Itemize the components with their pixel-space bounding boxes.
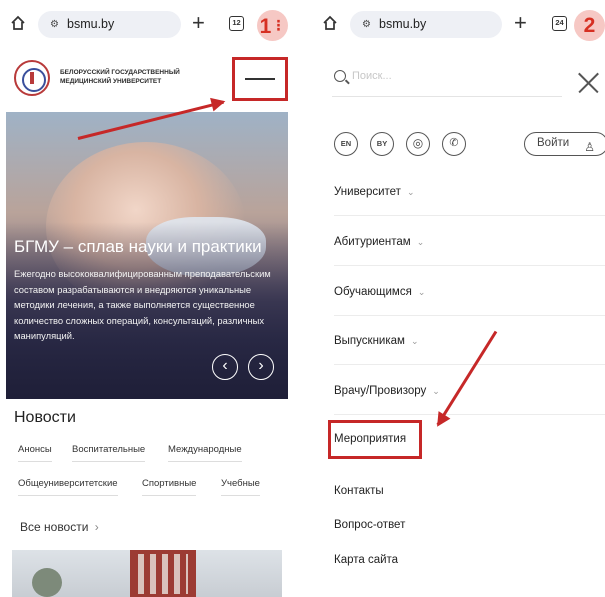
news-thumbnail-building (130, 550, 196, 597)
hero-banner: БГМУ – сплав науки и практики Ежегодно в… (6, 112, 288, 399)
chevron-down-icon: ⌄ (432, 386, 440, 396)
site-name-line1: БЕЛОРУССКИЙ ГОСУДАРСТВЕННЫЙ (60, 69, 180, 76)
chevron-down-icon: ⌄ (410, 336, 419, 346)
menu-item-university[interactable]: Университет ⌄ (334, 186, 414, 198)
menu-item-sitemap[interactable]: Карта сайта (334, 554, 398, 566)
all-news-label: Все новости (20, 520, 89, 534)
hero-prev-button[interactable]: ‹ (212, 354, 238, 380)
news-tag[interactable]: Анонсы (18, 444, 52, 462)
news-thumbnail-tree (32, 568, 62, 597)
login-button[interactable]: Войти ♙ (524, 132, 605, 156)
new-tab-plus-icon[interactable]: + (514, 10, 527, 36)
menu-divider (334, 414, 605, 415)
home-icon[interactable] (322, 15, 338, 31)
chevron-right-icon: › (94, 520, 99, 534)
url-text: bsmu.by (67, 17, 115, 31)
hamburger-menu-highlight (232, 57, 288, 101)
user-icon: ♙ (584, 140, 595, 154)
menu-item-contacts[interactable]: Контакты (334, 485, 384, 497)
menu-item-label: Вопрос-ответ (334, 519, 406, 531)
menu-item-label: Контакты (334, 485, 384, 497)
tabs-counter-icon[interactable]: 12 (229, 16, 244, 31)
tune-icon[interactable]: ⚙ (362, 11, 373, 38)
close-icon[interactable] (577, 72, 599, 94)
chevron-down-icon: ⌄ (416, 237, 425, 247)
url-text: bsmu.by (379, 17, 427, 31)
hero-next-button[interactable]: › (248, 354, 274, 380)
tabs-counter-icon[interactable]: 24 (552, 16, 567, 31)
news-tag[interactable]: Учебные (221, 478, 260, 496)
menu-item-doctors[interactable]: Врачу/Провизору ⌄ (334, 385, 440, 397)
home-icon[interactable] (10, 15, 26, 31)
events-highlight (328, 420, 422, 459)
menu-divider (334, 215, 605, 216)
hero-description: Ежегодно высококвалифицированным препода… (14, 268, 271, 341)
login-label: Войти (537, 137, 570, 149)
news-tag[interactable]: Спортивные (142, 478, 197, 496)
phone-icon[interactable]: ✆ (442, 132, 466, 156)
search-input[interactable] (352, 64, 562, 88)
hamburger-menu-icon[interactable] (235, 60, 285, 98)
menu-item-graduates[interactable]: Выпускникам ⌄ (334, 335, 418, 347)
menu-divider (334, 364, 605, 365)
browser-toolbar: ⚙ bsmu.by + 24 2 (312, 8, 605, 41)
tune-icon[interactable]: ⚙ (50, 11, 61, 38)
language-by-button[interactable]: BY (370, 132, 394, 156)
annotation-arrow (436, 330, 498, 426)
url-bar[interactable]: ⚙ bsmu.by (350, 11, 502, 38)
search-underline (332, 96, 562, 97)
menu-item-label: Выпускникам (334, 335, 405, 347)
menu-item-label: Университет (334, 186, 401, 198)
chevron-down-icon: ⌄ (417, 287, 426, 297)
eye-icon[interactable]: ◎ (406, 132, 430, 156)
menu-item-students[interactable]: Обучающимся ⌄ (334, 286, 425, 298)
step-number: 1 (259, 15, 272, 38)
menu-item-label: Карта сайта (334, 554, 399, 566)
news-heading: Новости (14, 409, 76, 426)
all-news-link[interactable]: Все новости › (20, 520, 99, 534)
university-logo[interactable] (14, 60, 50, 96)
right-screenshot: ⚙ bsmu.by + 24 2 EN BY ◎ ✆ Войти ♙ Универ… (312, 0, 605, 597)
news-tag[interactable]: Воспитательные (72, 444, 146, 462)
menu-divider (334, 315, 605, 316)
menu-item-label: Врачу/Провизору (334, 385, 427, 397)
menu-item-faq[interactable]: Вопрос-ответ (334, 519, 405, 531)
news-tag[interactable]: Общеуниверситетские (18, 478, 118, 496)
menu-item-applicants[interactable]: Абитуриентам ⌄ (334, 236, 424, 248)
menu-divider (334, 265, 605, 266)
left-screenshot: ⚙ bsmu.by + 12 1⋮ БЕЛОРУССКИЙ ГОСУДАРСТВЕ… (0, 0, 300, 597)
menu-item-label: Абитуриентам (334, 236, 411, 248)
site-name: БЕЛОРУССКИЙ ГОСУДАРСТВЕННЫЙ МЕДИЦИНСКИЙ … (60, 68, 200, 86)
hero-title: БГМУ – сплав науки и практики (14, 237, 262, 256)
news-tag[interactable]: Международные (168, 444, 242, 462)
step-badge: 1⋮ (257, 10, 288, 41)
menu-item-label: Обучающимся (334, 286, 412, 298)
search-icon (334, 70, 346, 82)
step-badge: 2 (574, 10, 605, 41)
chevron-down-icon: ⌄ (406, 187, 415, 197)
site-name-line2: МЕДИЦИНСКИЙ УНИВЕРСИТЕТ (60, 78, 162, 85)
language-en-button[interactable]: EN (334, 132, 358, 156)
news-thumbnail[interactable] (12, 550, 282, 597)
url-bar[interactable]: ⚙ bsmu.by (38, 11, 181, 38)
new-tab-plus-icon[interactable]: + (192, 10, 205, 36)
browser-toolbar: ⚙ bsmu.by + 12 1⋮ (0, 8, 300, 41)
